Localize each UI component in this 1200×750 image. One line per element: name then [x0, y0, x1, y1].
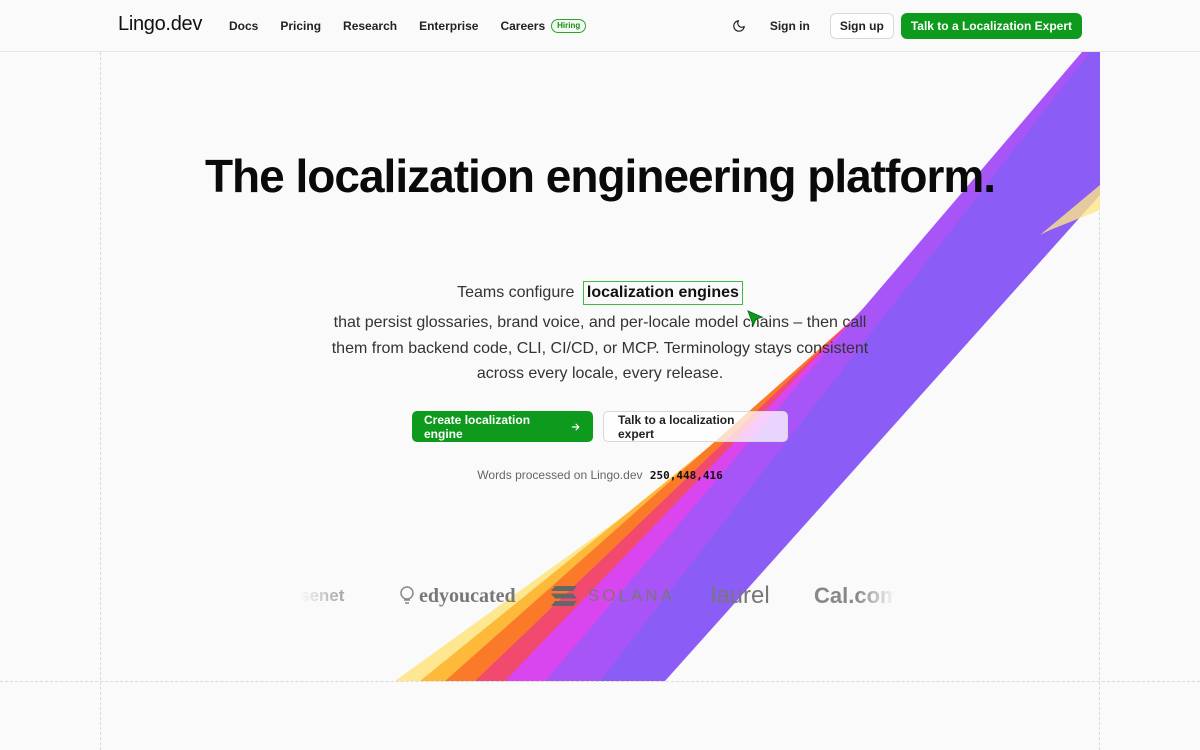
arrow-right-icon: [571, 423, 580, 430]
site-header: Lingo.dev Docs Pricing Research Enterpri…: [0, 0, 1200, 52]
moon-icon: [733, 20, 745, 32]
sign-up-button[interactable]: Sign up: [829, 13, 894, 39]
nav-research-label: Research: [343, 19, 398, 33]
logos-fade-left: [300, 578, 340, 614]
words-count: 250,448,416: [649, 469, 723, 482]
hero-subtitle-line: Teams configure localization engines: [0, 281, 1200, 305]
logo-solana-text: SOLANA: [588, 586, 675, 605]
subtitle-highlight: localization engines: [582, 281, 743, 305]
brand-logo[interactable]: Lingo.dev: [118, 13, 202, 36]
nav-careers[interactable]: Careers Hiring: [500, 19, 587, 33]
create-engine-button[interactable]: Create localization engine: [412, 411, 593, 442]
hero-buttons: Create localization engine Talk to a loc…: [0, 411, 1200, 442]
create-engine-label: Create localization engine: [424, 412, 531, 441]
talk-to-expert-button[interactable]: Talk to a Localization Expert: [900, 13, 1082, 39]
hero-description: that persist glossaries, brand voice, an…: [331, 314, 869, 382]
nav-enterprise[interactable]: Enterprise: [419, 19, 478, 33]
theme-toggle-button[interactable]: [726, 13, 752, 39]
sign-in-link[interactable]: Sign in: [770, 19, 810, 33]
logo-laurel: laurel: [711, 582, 770, 609]
logo-solana: SOLANA: [550, 578, 675, 614]
logo-edyoucated-text: edyoucated: [419, 584, 516, 607]
hero-title: The localization engineering platform.: [204, 150, 996, 202]
nav-enterprise-label: Enterprise: [419, 19, 479, 33]
nav-pricing[interactable]: Pricing: [280, 19, 321, 33]
logo-edyoucated: edyoucated: [397, 578, 516, 614]
hiring-badge: Hiring: [551, 19, 587, 33]
words-processed: Words processed on Lingo.dev 250,448,416: [0, 468, 1200, 482]
nav-careers-label: Careers: [500, 19, 546, 33]
solana-mark-icon: [551, 586, 577, 606]
words-label: Words processed on Lingo.dev: [477, 468, 643, 482]
nav-docs[interactable]: Docs: [229, 19, 258, 33]
lightbulb-icon: [400, 586, 414, 604]
nav-docs-label: Docs: [229, 19, 259, 33]
header-actions: Sign in Sign up Talk to a Localization E…: [726, 0, 1082, 52]
subtitle-prefix: Teams configure: [457, 284, 575, 301]
cursor-pointer-icon: [747, 310, 764, 327]
customer-logos: senet edyoucated SOLANA laurel Cal.com: [300, 578, 896, 614]
main-nav: Docs Pricing Research Enterprise Careers…: [229, 0, 587, 52]
nav-pricing-label: Pricing: [280, 19, 322, 33]
nav-research[interactable]: Research: [343, 19, 397, 33]
talk-to-expert-secondary-button[interactable]: Talk to a localization expert: [603, 411, 788, 442]
hero-section: The localization engineering platform. T…: [0, 0, 1200, 750]
logos-fade-right: [856, 578, 896, 614]
